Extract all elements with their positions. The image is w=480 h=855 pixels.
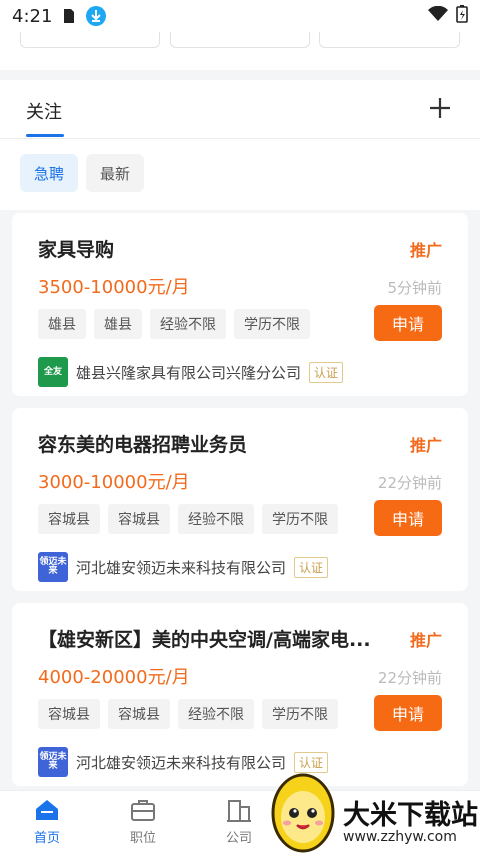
job-tag: 学历不限 xyxy=(262,699,338,729)
filter-bar xyxy=(0,32,480,70)
home-icon xyxy=(36,800,58,820)
job-tag: 容城县 xyxy=(108,504,170,534)
job-salary: 3000-10000元/月 xyxy=(38,472,190,493)
apply-button[interactable]: 申请 xyxy=(374,500,442,536)
filter-dropdown[interactable] xyxy=(20,32,160,48)
tag-row: 雄县 雄县 经验不限 学历不限 xyxy=(38,309,310,339)
battery-icon xyxy=(456,5,468,27)
nav-company-label: 公司 xyxy=(225,831,252,846)
company-logo: 领迈未来 xyxy=(38,552,68,582)
nav-jobs[interactable]: 职位 xyxy=(113,797,173,846)
building-icon xyxy=(227,800,251,822)
chip-urgent[interactable]: 急聘 xyxy=(20,154,79,192)
wifi-icon xyxy=(428,5,448,26)
watermark: 大米下载站 www.zzhyw.com xyxy=(263,765,480,855)
company-row[interactable]: 领迈未来 河北雄安领迈未来科技有限公司 认证 xyxy=(38,552,329,582)
watermark-text: 大米下载站 xyxy=(343,800,478,831)
nav-jobs-label: 职位 xyxy=(129,831,156,846)
filter-dropdown[interactable] xyxy=(170,32,310,48)
nav-company[interactable]: 公司 xyxy=(209,797,269,846)
job-title: 容东美的电器招聘业务员 xyxy=(38,434,248,456)
job-time: 22分钟前 xyxy=(377,669,442,687)
briefcase-icon xyxy=(131,800,155,821)
job-title: 【雄安新区】美的中央空调/高端家电... xyxy=(38,629,371,651)
job-time: 22分钟前 xyxy=(377,474,442,492)
nav-home[interactable]: 首页 xyxy=(17,797,77,846)
plus-icon xyxy=(430,98,450,118)
watermark-url: www.zzhyw.com xyxy=(343,829,457,845)
company-name: 河北雄安领迈未来科技有限公司 xyxy=(76,753,287,772)
company-logo: 领迈未来 xyxy=(38,747,68,777)
job-tag: 雄县 xyxy=(94,309,142,339)
tab-follow[interactable]: 关注 xyxy=(26,98,62,124)
job-salary: 3500-10000元/月 xyxy=(38,277,190,298)
download-icon xyxy=(86,6,107,26)
filter-dropdown[interactable] xyxy=(319,32,460,48)
add-button[interactable] xyxy=(428,96,452,120)
job-card[interactable]: 【雄安新区】美的中央空调/高端家电... 推广 4000-20000元/月 22… xyxy=(12,603,468,786)
job-tag: 容城县 xyxy=(108,699,170,729)
tag-row: 容城县 容城县 经验不限 学历不限 xyxy=(38,504,338,534)
job-tag: 容城县 xyxy=(38,699,100,729)
company-logo: 全友 xyxy=(38,357,68,387)
job-tag: 经验不限 xyxy=(150,309,226,339)
job-salary: 4000-20000元/月 xyxy=(38,667,190,688)
verify-badge: 认证 xyxy=(309,361,344,383)
company-name: 雄县兴隆家具有限公司兴隆分公司 xyxy=(76,363,302,382)
job-tag: 经验不限 xyxy=(178,504,254,534)
company-name: 河北雄安领迈未来科技有限公司 xyxy=(76,558,287,577)
tag-row: 容城县 容城县 经验不限 学历不限 xyxy=(38,699,338,729)
job-tag: 学历不限 xyxy=(262,504,338,534)
status-bar: 4:21 xyxy=(0,0,480,32)
promo-badge: 推广 xyxy=(409,241,442,260)
job-card[interactable]: 容东美的电器招聘业务员 推广 3000-10000元/月 22分钟前 容城县 容… xyxy=(12,408,468,591)
nav-home-label: 首页 xyxy=(33,831,60,846)
job-card[interactable]: 家具导购 推广 3500-10000元/月 5分钟前 雄县 雄县 经验不限 学历… xyxy=(12,213,468,396)
verify-badge: 认证 xyxy=(294,556,329,578)
follow-section: 关注 急聘 最新 xyxy=(0,80,480,210)
job-title: 家具导购 xyxy=(38,239,115,261)
tab-indicator xyxy=(26,134,64,137)
job-tag: 经验不限 xyxy=(178,699,254,729)
apply-button[interactable]: 申请 xyxy=(374,305,442,341)
promo-badge: 推广 xyxy=(409,436,442,455)
divider xyxy=(0,138,480,139)
job-tag: 容城县 xyxy=(38,504,100,534)
job-time: 5分钟前 xyxy=(387,279,442,297)
status-time: 4:21 xyxy=(12,5,53,27)
job-tag: 学历不限 xyxy=(234,309,310,339)
apply-button[interactable]: 申请 xyxy=(374,695,442,731)
promo-badge: 推广 xyxy=(409,631,442,650)
company-row[interactable]: 全友 雄县兴隆家具有限公司兴隆分公司 认证 xyxy=(38,357,344,387)
chip-latest[interactable]: 最新 xyxy=(86,154,145,192)
rice-mascot-icon xyxy=(271,773,335,853)
sim-icon xyxy=(62,8,76,24)
job-tag: 雄县 xyxy=(38,309,86,339)
